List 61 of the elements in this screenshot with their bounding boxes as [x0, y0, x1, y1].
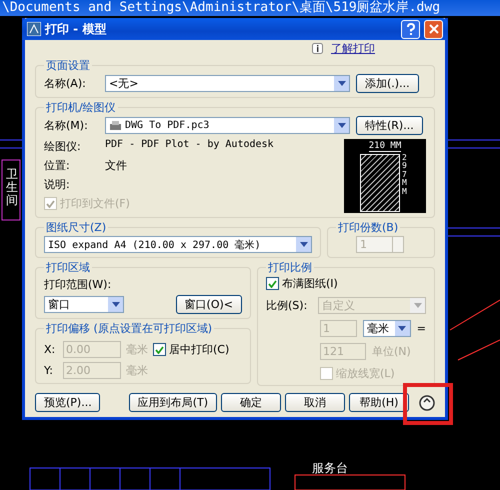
info-icon	[312, 43, 323, 54]
group-title: 页面设置	[45, 58, 91, 73]
field-label: X:	[44, 343, 56, 356]
add-button[interactable]: 添加(.)...	[356, 74, 419, 93]
dialog-button[interactable]: 应用到布局(T)	[128, 393, 217, 412]
checkmark-icon	[268, 280, 277, 288]
close-icon[interactable]	[424, 20, 443, 38]
caret-icon	[338, 123, 346, 128]
properties-button[interactable]: 特性(R)...	[356, 116, 423, 135]
dialog-title: 打印 - 模型	[45, 20, 106, 38]
caret-icon	[398, 326, 406, 331]
plotter-icon	[109, 120, 122, 130]
group-title: 打印区域	[45, 260, 91, 275]
field-label: 比例(S):	[266, 298, 308, 313]
paper-sheet-drawing	[360, 154, 400, 212]
field-label: 名称(A):	[44, 76, 87, 91]
group-title: 图纸尺寸(Z)	[45, 220, 108, 235]
field-label: 名称(M):	[44, 118, 89, 133]
plot-range-dropdown[interactable]: 窗口	[44, 296, 124, 313]
unit-label: 毫米	[126, 342, 148, 357]
field-label: 说明:	[44, 177, 71, 192]
canvas-label: 服务台	[312, 460, 348, 477]
unit-label: 毫米	[126, 363, 148, 378]
preview-button[interactable]: 预览(P)...	[35, 393, 100, 412]
field-label: 打印范围(W):	[44, 277, 112, 292]
highlight-frame	[403, 383, 453, 425]
field-label: 位置:	[44, 158, 71, 173]
unit-dropdown[interactable]: 毫米	[362, 320, 411, 337]
app-title: \Documents and Settings\Administrator\桌面\519厕盆水岸.dwg	[0, 0, 500, 16]
dialog-button[interactable]: 取消	[285, 393, 345, 412]
checkmark-icon	[155, 346, 164, 354]
printer-dropdown[interactable]: DWG To PDF.pc3	[105, 117, 350, 134]
learn-printing-link[interactable]: 了解打印	[331, 41, 375, 56]
group-title: 打印机/绘图仪	[45, 100, 117, 115]
group-title: 打印份数(B)	[337, 220, 400, 235]
field-label: 绘图仪:	[44, 139, 82, 154]
fit-to-paper-checkbox[interactable]: 布满图纸(I)	[266, 276, 426, 291]
caret-icon	[112, 302, 120, 307]
dialog-button[interactable]: 确定	[221, 393, 281, 412]
expand-icon[interactable]	[419, 394, 435, 410]
caret-icon	[414, 303, 422, 308]
caret-icon	[300, 242, 308, 247]
caret-icon	[338, 81, 346, 86]
unit-label: 单位(N)	[372, 344, 411, 359]
canvas-label: 卫生间	[6, 168, 18, 208]
help-icon[interactable]	[401, 20, 420, 38]
paper-height-label: 297 MM	[402, 154, 408, 198]
group-title: 打印比例	[267, 260, 313, 275]
paper-width-label: 210 MM	[368, 141, 402, 152]
plotter-value: PDF - PDF Plot - by Autodesk	[105, 139, 274, 152]
window-button[interactable]: 窗口(O)<	[176, 295, 242, 314]
checkmark-icon	[46, 200, 55, 208]
field-label: Y:	[44, 364, 54, 377]
paper-size-dropdown[interactable]: ISO expand A4 (210.00 x 297.00 毫米)	[44, 236, 312, 253]
page-setup-dropdown[interactable]: <无>	[105, 75, 350, 92]
center-plot-checkbox[interactable]: 居中打印(C)	[153, 342, 230, 357]
group-title: 打印偏移 (原点设置在可打印区域)	[45, 321, 214, 336]
dialog-button[interactable]: 帮助(H)	[349, 393, 409, 412]
app-icon	[27, 22, 41, 36]
equals-sign: =	[416, 322, 426, 335]
location-value: 文件	[105, 158, 127, 173]
